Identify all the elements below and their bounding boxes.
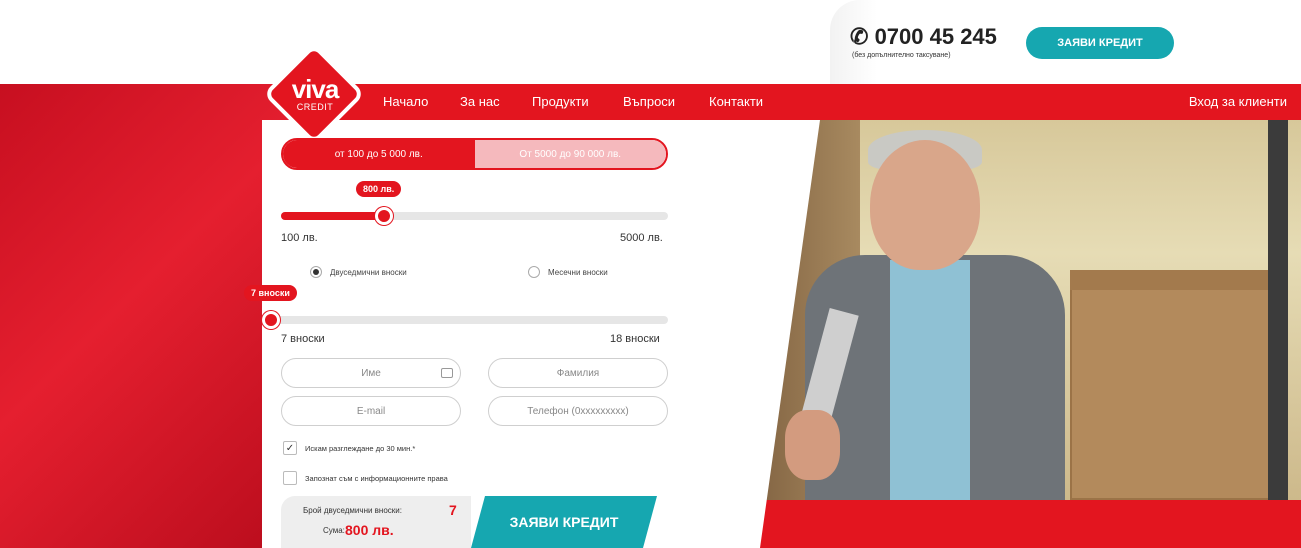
radio-monthly[interactable]: Месечни вноски	[528, 266, 608, 278]
nav-item-home[interactable]: Начало	[383, 94, 428, 109]
sum-value: 800 лв.	[345, 522, 394, 538]
check-mark-icon: ✓	[283, 441, 297, 455]
worker-face	[870, 140, 980, 270]
amount-value-bubble: 800 лв.	[356, 181, 402, 197]
sum-label: Сума:	[323, 526, 345, 535]
phone-icon: ✆	[850, 24, 869, 49]
apply-credit-button[interactable]: ЗАЯВИ КРЕДИТ	[471, 496, 657, 548]
amount-min-label: 100 лв.	[281, 232, 318, 244]
installments-value-bubble: 7 вноски	[244, 285, 297, 301]
radio-dot	[528, 266, 540, 278]
contact-card-icon	[441, 368, 453, 378]
installments-max-label: 18 вноски	[610, 333, 660, 345]
nav-item-products[interactable]: Продукти	[532, 94, 589, 109]
phone-field[interactable]	[488, 396, 668, 426]
left-red-background	[0, 84, 300, 548]
nav-item-contacts[interactable]: Контакти	[709, 94, 763, 109]
hero-photo	[690, 120, 1301, 500]
last-name-field[interactable]	[488, 358, 668, 388]
viva-credit-logo[interactable]: viva CREDIT	[268, 48, 360, 140]
phone-note: (без допълнително таксуване)	[852, 52, 951, 59]
installments-slider-track[interactable]	[270, 316, 668, 324]
range-option-small[interactable]: от 100 до 5 000 лв.	[283, 140, 475, 168]
phone-number[interactable]: ✆ 0700 45 245	[850, 24, 997, 50]
nav-item-questions[interactable]: Въпроси	[623, 94, 675, 109]
amount-slider-handle[interactable]	[375, 207, 393, 225]
installment-count-value: 7	[449, 502, 457, 518]
radio-dot	[310, 266, 322, 278]
email-field[interactable]	[281, 396, 461, 426]
client-login-link[interactable]: Вход за клиенти	[1189, 94, 1287, 109]
radio-biweekly[interactable]: Двуседмични вноски	[310, 266, 407, 278]
loan-summary: Брой двуседмични вноски: 7 Сума: 800 лв.	[281, 496, 471, 548]
amount-range-toggle: от 100 до 5 000 лв. От 5000 до 90 000 лв…	[281, 138, 668, 170]
amount-slider-fill	[281, 212, 385, 220]
range-option-large[interactable]: От 5000 до 90 000 лв.	[474, 140, 666, 168]
nav-item-about[interactable]: За нас	[460, 94, 500, 109]
first-name-field[interactable]	[281, 358, 461, 388]
bottom-red-band	[640, 500, 1301, 548]
apply-credit-button-top[interactable]: ЗАЯВИ КРЕДИТ	[1026, 27, 1174, 59]
rights-checkbox[interactable]: Запознат съм с информационните права	[283, 471, 448, 485]
installment-count-label: Брой двуседмични вноски:	[303, 506, 402, 515]
installments-slider-handle[interactable]	[262, 311, 280, 329]
main-navigation: Начало За нас Продукти Въпроси Контакти …	[300, 84, 1301, 120]
cardboard-box	[1070, 270, 1270, 500]
installments-min-label: 7 вноски	[281, 333, 325, 345]
review-checkbox[interactable]: ✓ Искам разглеждане до 30 мин.*	[283, 441, 415, 455]
amount-max-label: 5000 лв.	[620, 232, 663, 244]
checkbox-empty	[283, 471, 297, 485]
